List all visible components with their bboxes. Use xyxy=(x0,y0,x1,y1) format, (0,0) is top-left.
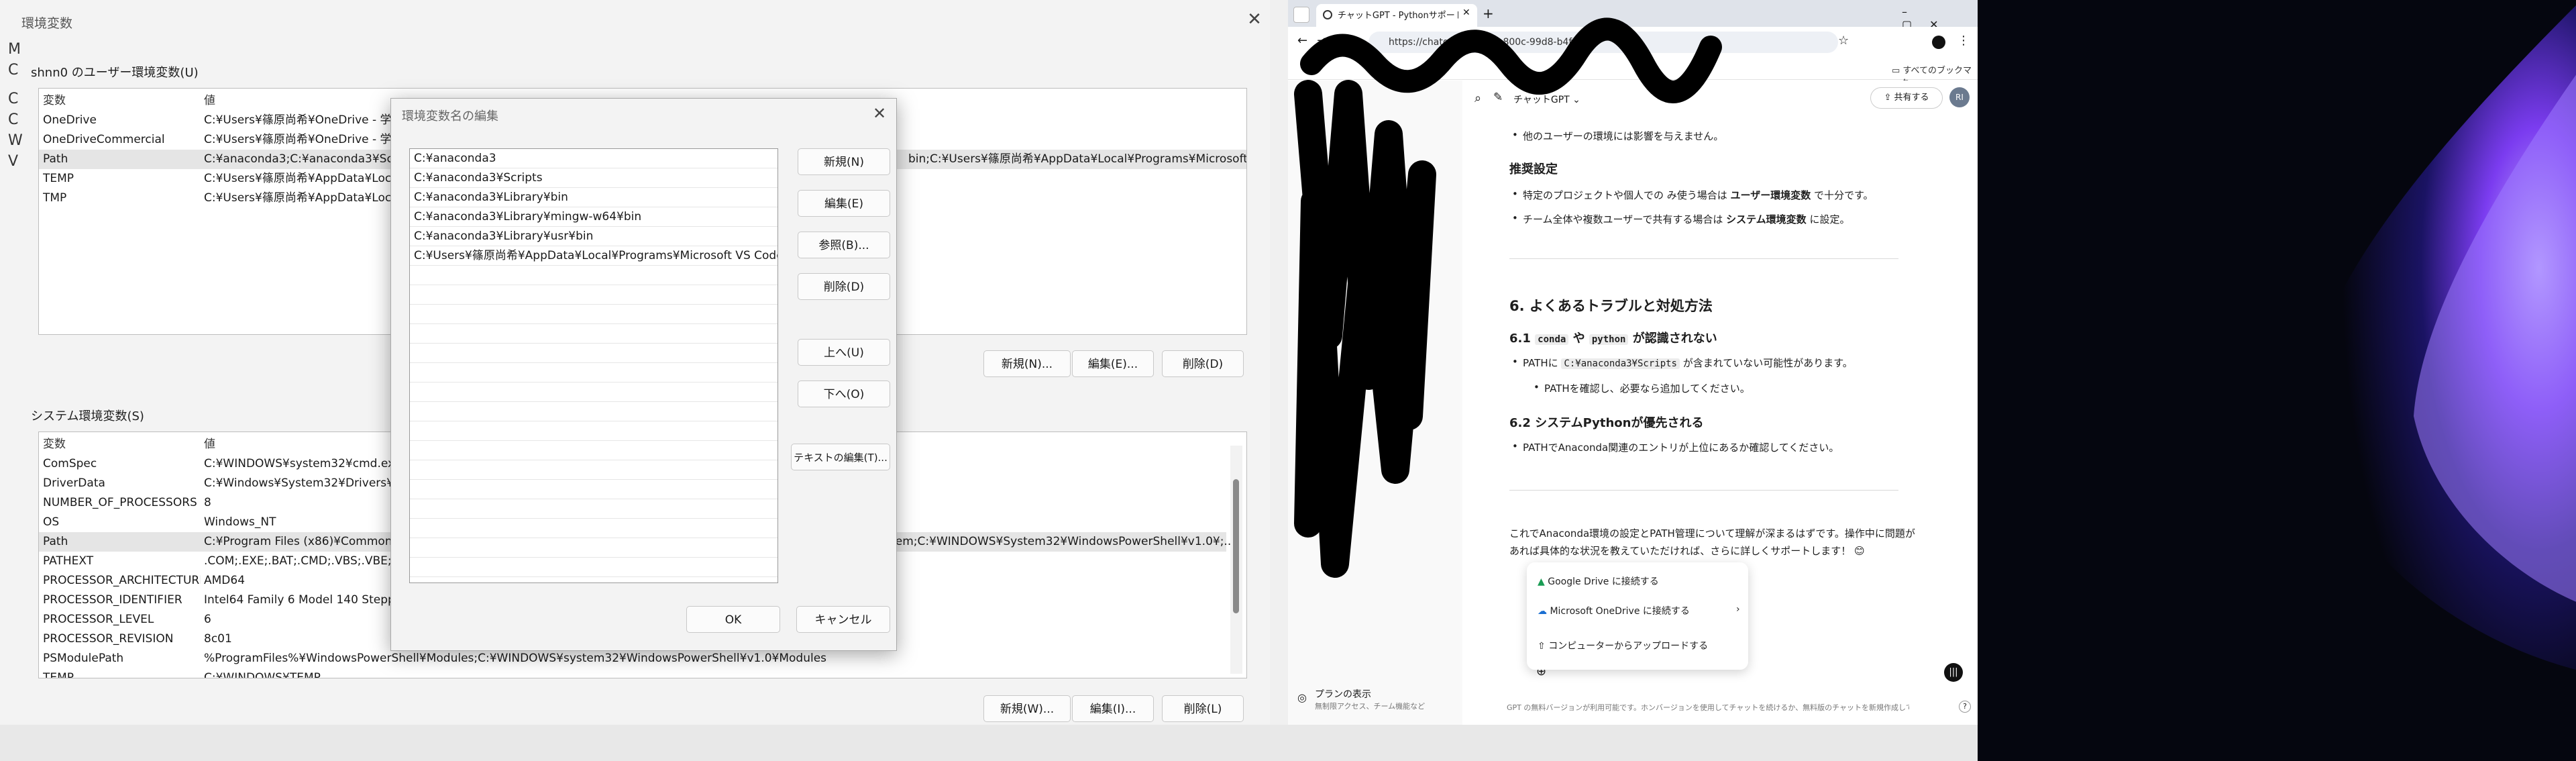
list-item-empty[interactable] xyxy=(410,538,777,558)
wallpaper-bloom xyxy=(1978,0,2576,761)
move-up-button[interactable]: 上へ(U) xyxy=(798,339,890,366)
scrollbar[interactable] xyxy=(1230,446,1242,674)
edit-text-button[interactable]: テキストの編集(T)... xyxy=(791,444,890,470)
browse-button[interactable]: 参照(B)... xyxy=(798,232,890,258)
list-item[interactable]: C:¥Users¥篠原尚希¥AppData¥Local¥Programs¥Mic… xyxy=(410,246,777,266)
list-item-empty[interactable] xyxy=(410,266,777,285)
list-item[interactable]: C:¥anaconda3¥Library¥mingw-w64¥bin xyxy=(410,207,777,227)
title-bar xyxy=(0,0,1270,40)
list-item-empty[interactable] xyxy=(410,363,777,383)
user-vars-label: shnn0 のユーザー環境変数(U) xyxy=(31,66,199,80)
close-icon[interactable]: ✕ xyxy=(869,103,890,124)
delete-button[interactable]: 削除(D) xyxy=(798,273,890,300)
ok-button[interactable]: OK xyxy=(686,606,780,633)
cancel-button[interactable]: キャンセル xyxy=(796,606,890,633)
table-row[interactable]: TEMP C:¥WINDOWS¥TEMP xyxy=(39,668,1226,678)
system-delete-button[interactable]: 削除(L) xyxy=(1162,695,1244,722)
table-row[interactable]: PSModulePath %ProgramFiles%¥WindowsPowerS… xyxy=(39,649,1226,668)
move-down-button[interactable]: 下へ(O) xyxy=(798,380,890,407)
list-item-empty[interactable] xyxy=(410,558,777,577)
close-icon[interactable]: ✕ xyxy=(1244,9,1265,30)
edit-button[interactable]: 編集(E) xyxy=(798,190,890,217)
taskbar xyxy=(0,725,1978,761)
list-item-empty[interactable] xyxy=(410,344,777,363)
dialog-title: 環境変数名の編集 xyxy=(402,109,498,123)
list-item-empty[interactable] xyxy=(410,402,777,421)
path-list[interactable]: C:¥anaconda3 C:¥anaconda3¥Scripts C:¥ana… xyxy=(409,148,778,583)
list-item[interactable]: C:¥anaconda3 xyxy=(410,149,777,168)
list-item-empty[interactable] xyxy=(410,305,777,324)
list-item-empty[interactable] xyxy=(410,285,777,305)
list-item-empty[interactable] xyxy=(410,480,777,499)
list-item[interactable]: C:¥anaconda3¥Library¥bin xyxy=(410,188,777,207)
scrollbar-thumb[interactable] xyxy=(1233,479,1239,613)
edit-environment-variable-dialog: 環境変数名の編集 ✕ C:¥anaconda3 C:¥anaconda3¥Scr… xyxy=(390,98,897,651)
user-new-button[interactable]: 新規(N)... xyxy=(983,350,1071,377)
system-edit-button[interactable]: 編集(I)... xyxy=(1072,695,1154,722)
window-title: 環境変数 xyxy=(21,16,73,31)
list-item-empty[interactable] xyxy=(410,421,777,441)
new-button[interactable]: 新規(N) xyxy=(798,148,890,175)
list-item-empty[interactable] xyxy=(410,519,777,538)
user-edit-button[interactable]: 編集(E)... xyxy=(1072,350,1154,377)
user-delete-button[interactable]: 削除(D) xyxy=(1162,350,1244,377)
list-item-empty[interactable] xyxy=(410,324,777,344)
desktop-wallpaper xyxy=(1978,0,2576,761)
system-vars-label: システム環境変数(S) xyxy=(31,409,144,423)
list-item[interactable]: C:¥anaconda3¥Library¥usr¥bin xyxy=(410,227,777,246)
list-item-empty[interactable] xyxy=(410,383,777,402)
system-new-button[interactable]: 新規(W)... xyxy=(983,695,1071,722)
list-item-empty[interactable] xyxy=(410,441,777,460)
redaction-scribble xyxy=(1294,17,1722,578)
background-window-edge: M C C C W V xyxy=(8,41,23,170)
list-item-empty[interactable] xyxy=(410,499,777,519)
chrome-window: チャットGPT - Pythonサポート提供 ✕ + –▢✕ ←→↻ https… xyxy=(1288,0,1978,725)
list-item[interactable]: C:¥anaconda3¥Scripts xyxy=(410,168,777,188)
list-item-empty[interactable] xyxy=(410,460,777,480)
